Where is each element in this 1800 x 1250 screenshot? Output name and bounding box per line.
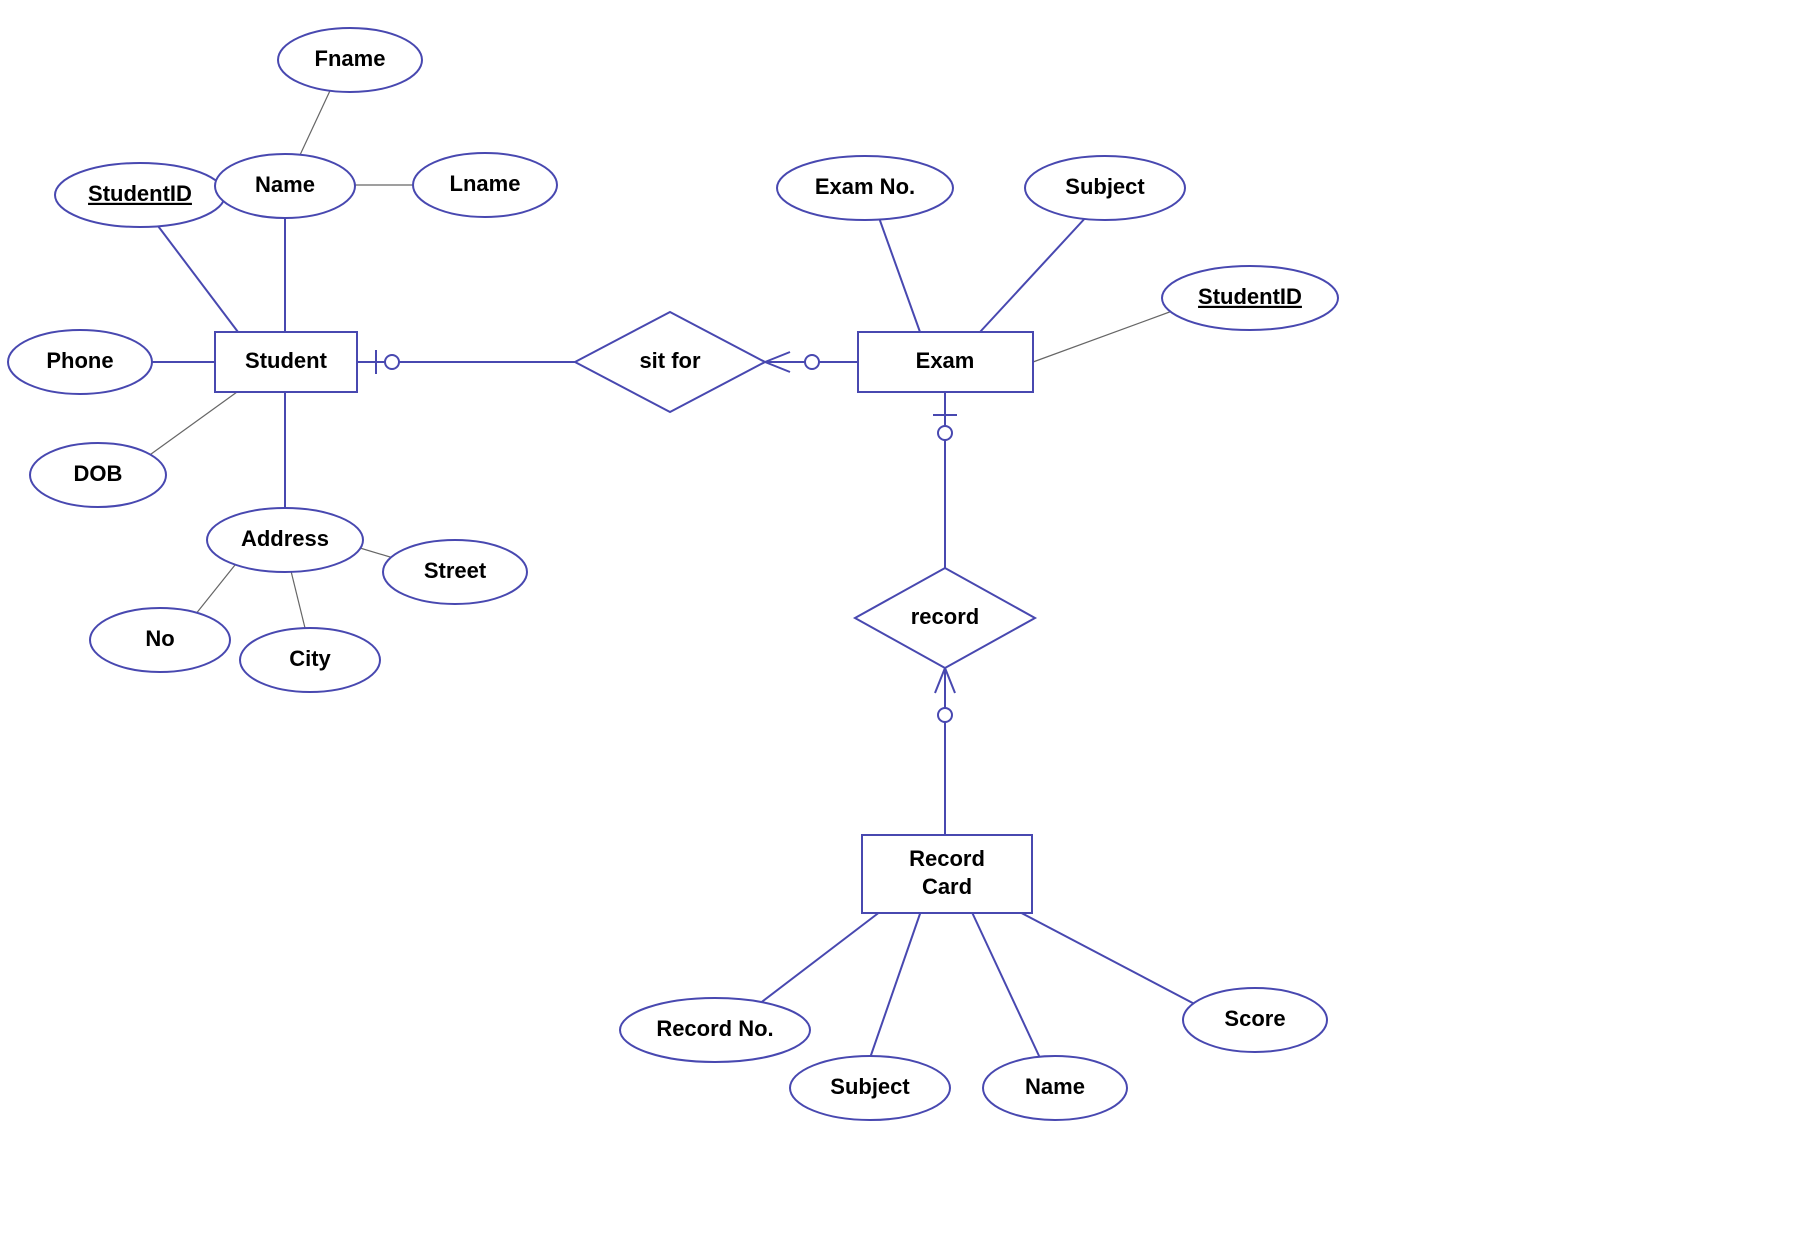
cardinality-circle (938, 708, 952, 722)
cardinality-circle (385, 355, 399, 369)
attr-dob: DOB (30, 443, 166, 507)
entity-exam: Exam (858, 332, 1033, 392)
edge-exam-examno (878, 215, 920, 332)
attr-phone: Phone (8, 330, 152, 394)
attr-exam-subject: Subject (1025, 156, 1185, 220)
attr-city: City (240, 628, 380, 692)
attr-score: Score (1183, 988, 1327, 1052)
er-diagram: Student Exam Record Card sit for record … (0, 0, 1800, 1250)
entity-recordcard: Record Card (862, 835, 1032, 913)
arrowhead (765, 352, 790, 362)
edge-exam-studentid (1033, 310, 1175, 362)
edge-exam-subject (980, 215, 1088, 332)
attr-recordno-label: Record No. (656, 1016, 773, 1041)
arrowhead (945, 668, 955, 693)
entity-exam-label: Exam (916, 348, 975, 373)
edge-rc-subject (870, 908, 922, 1058)
edge-address-no (195, 565, 235, 615)
arrowhead (765, 362, 790, 372)
attr-fname-label: Fname (315, 46, 386, 71)
attr-score-label: Score (1224, 1006, 1285, 1031)
cardinality-circle (805, 355, 819, 369)
attr-rc-name: Name (983, 1056, 1127, 1120)
attr-address: Address (207, 508, 363, 572)
edge-student-dob (140, 392, 237, 462)
attr-rc-name-label: Name (1025, 1074, 1085, 1099)
arrowhead (935, 668, 945, 693)
edge-rc-name (970, 908, 1040, 1058)
entity-student: Student (215, 332, 357, 392)
attr-recordno: Record No. (620, 998, 810, 1062)
attr-fname: Fname (278, 28, 422, 92)
attr-studentid-label: StudentID (88, 181, 192, 206)
attr-name: Name (215, 154, 355, 218)
attr-lname-label: Lname (450, 171, 521, 196)
cardinality-circle (938, 426, 952, 440)
relationship-sitfor: sit for (575, 312, 765, 412)
attr-street-label: Street (424, 558, 487, 583)
attr-exam-studentid-label: StudentID (1198, 284, 1302, 309)
attr-lname: Lname (413, 153, 557, 217)
attr-dob-label: DOB (74, 461, 123, 486)
attr-address-label: Address (241, 526, 329, 551)
edge-address-city (290, 567, 305, 628)
attr-no-label: No (145, 626, 174, 651)
entity-recordcard-label-2: Card (922, 874, 972, 899)
attr-city-label: City (289, 646, 331, 671)
relationship-record: record (855, 568, 1035, 668)
attr-exam-studentid: StudentID (1162, 266, 1338, 330)
attr-no: No (90, 608, 230, 672)
attr-name-label: Name (255, 172, 315, 197)
attr-street: Street (383, 540, 527, 604)
attr-examno: Exam No. (777, 156, 953, 220)
attr-examno-label: Exam No. (815, 174, 915, 199)
attr-rc-subject-label: Subject (830, 1074, 910, 1099)
entity-recordcard-label-1: Record (909, 846, 985, 871)
attr-phone-label: Phone (46, 348, 113, 373)
attr-exam-subject-label: Subject (1065, 174, 1145, 199)
entity-student-label: Student (245, 348, 328, 373)
relationship-record-label: record (911, 604, 979, 629)
edge-student-studentid (155, 222, 238, 332)
attr-studentid: StudentID (55, 163, 225, 227)
attr-rc-subject: Subject (790, 1056, 950, 1120)
relationship-sitfor-label: sit for (639, 348, 701, 373)
